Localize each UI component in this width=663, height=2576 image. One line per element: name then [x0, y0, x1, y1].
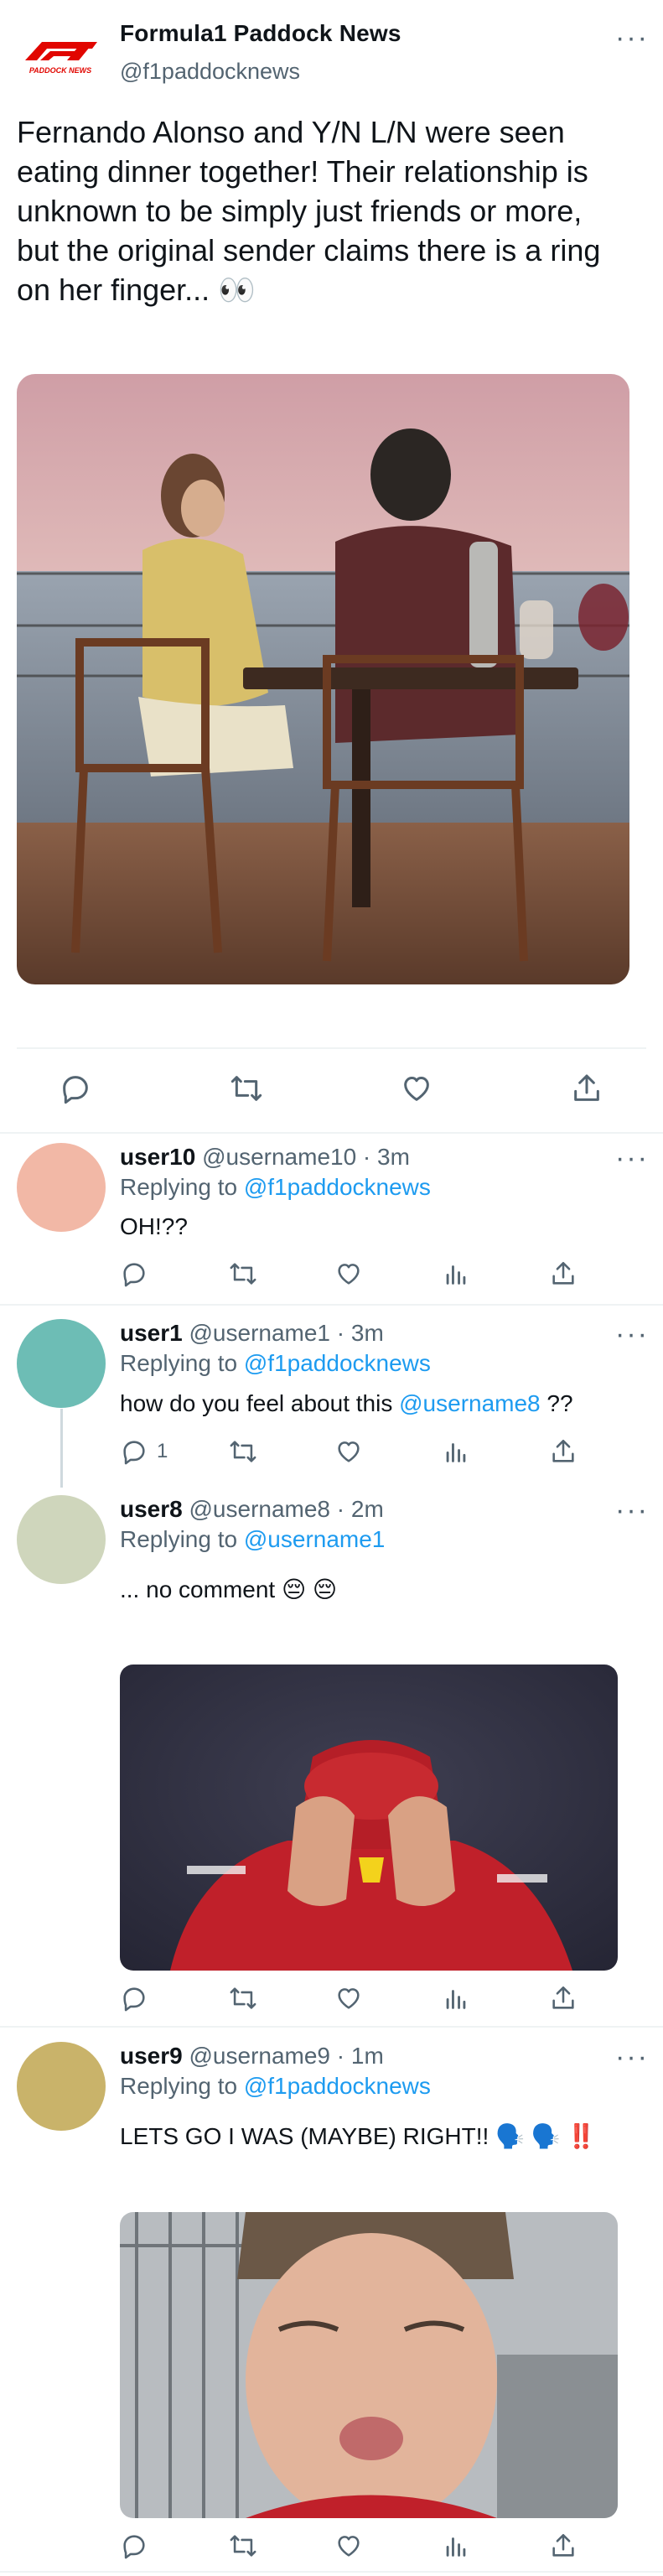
- like-icon[interactable]: [334, 2532, 442, 2560]
- f1-logo: PADDOCK NEWS: [17, 35, 104, 77]
- share-icon[interactable]: [549, 1437, 583, 1466]
- reply-author[interactable]: user10 @username10 · 3m: [120, 1144, 410, 1171]
- analytics-icon[interactable]: [442, 1984, 549, 2012]
- more-icon[interactable]: ···: [615, 2043, 649, 2071]
- divider: [0, 2571, 663, 2573]
- divider: [17, 1047, 646, 1049]
- avatar[interactable]: [17, 2042, 106, 2131]
- reply-text: how do you feel about this @username8 ??: [120, 1390, 573, 1417]
- reply-icon[interactable]: [59, 1072, 92, 1109]
- reply-actions: [120, 1984, 583, 2012]
- replying-prefix: Replying to: [120, 1526, 238, 1552]
- share-icon[interactable]: [570, 1072, 603, 1109]
- like-icon[interactable]: [334, 1984, 442, 2012]
- reply-name[interactable]: user9: [120, 2043, 183, 2069]
- reply-text: LETS GO I WAS (MAYBE) RIGHT!! 🗣️ 🗣️ ‼️: [120, 2123, 597, 2149]
- retweet-icon[interactable]: [227, 1984, 334, 2012]
- reply-name[interactable]: user10: [120, 1144, 195, 1170]
- avatar[interactable]: [17, 1319, 106, 1408]
- replying-mention[interactable]: @f1paddocknews: [244, 2073, 431, 2099]
- author-handle[interactable]: @f1paddocknews: [120, 59, 300, 85]
- replying-prefix: Replying to: [120, 1174, 238, 1200]
- reply-author[interactable]: user8 @username8 · 2m: [120, 1496, 384, 1523]
- more-icon[interactable]: ···: [615, 1320, 649, 1348]
- analytics-icon[interactable]: [442, 1437, 549, 1466]
- divider: [0, 1304, 663, 1306]
- more-icon[interactable]: ···: [615, 1144, 649, 1172]
- reply-author[interactable]: user9 @username9 · 1m: [120, 2043, 384, 2070]
- retweet-icon[interactable]: [227, 2532, 334, 2560]
- replying-to: Replying to @f1paddocknews: [120, 2073, 431, 2100]
- retweet-icon[interactable]: [228, 1072, 265, 1109]
- replying-mention[interactable]: @f1paddocknews: [244, 1350, 431, 1376]
- replying-prefix: Replying to: [120, 2073, 238, 2099]
- retweet-icon[interactable]: [227, 1259, 334, 1288]
- reply-actions: [120, 2532, 583, 2560]
- reply-name[interactable]: user1: [120, 1320, 183, 1346]
- reply-icon[interactable]: 1: [120, 1437, 227, 1466]
- reply-gif[interactable]: [120, 2212, 618, 2518]
- tweet-text: Fernando Alonso and Y/N L/N were seen ea…: [17, 115, 601, 307]
- reply-meta: @username1 · 3m: [189, 1320, 384, 1346]
- replying-to: Replying to @f1paddocknews: [120, 1174, 431, 1201]
- author-name[interactable]: Formula1 Paddock News: [120, 20, 401, 47]
- share-icon[interactable]: [549, 2532, 583, 2560]
- reply-gif[interactable]: [120, 1665, 618, 1971]
- tweet-photo[interactable]: [17, 374, 629, 984]
- reply-mention[interactable]: @username8: [399, 1390, 541, 1416]
- analytics-icon[interactable]: [442, 1259, 549, 1288]
- replying-to: Replying to @f1paddocknews: [120, 1350, 431, 1377]
- share-icon[interactable]: [549, 1259, 583, 1288]
- replying-mention[interactable]: @f1paddocknews: [244, 1174, 431, 1200]
- reply-text-after: ??: [546, 1390, 573, 1416]
- share-icon[interactable]: [549, 1984, 583, 2012]
- reply-text: OH!??: [120, 1213, 188, 1239]
- reply-actions: [120, 1259, 583, 1288]
- reply-meta: @username9 · 1m: [189, 2043, 384, 2069]
- like-icon[interactable]: [400, 1072, 433, 1109]
- reply-author[interactable]: user1 @username1 · 3m: [120, 1320, 384, 1347]
- replying-to: Replying to @username1: [120, 1526, 385, 1553]
- thread-line: [60, 1409, 63, 1488]
- like-icon[interactable]: [334, 1437, 442, 1466]
- replying-prefix: Replying to: [120, 1350, 238, 1376]
- reply-icon[interactable]: [120, 1984, 227, 2012]
- reply-text: ... no comment 😔 😔: [120, 1576, 338, 1602]
- reply-actions: 1: [120, 1437, 583, 1466]
- analytics-icon[interactable]: [442, 2532, 549, 2560]
- reply-icon[interactable]: [120, 1259, 227, 1288]
- reply-text-before: how do you feel about this: [120, 1390, 393, 1416]
- divider: [0, 2026, 663, 2028]
- retweet-icon[interactable]: [227, 1437, 334, 1466]
- avatar[interactable]: [17, 1143, 106, 1232]
- replying-mention[interactable]: @username1: [244, 1526, 386, 1552]
- avatar[interactable]: [17, 1495, 106, 1584]
- reply-meta: @username8 · 2m: [189, 1496, 384, 1522]
- more-icon[interactable]: ···: [615, 23, 649, 52]
- like-icon[interactable]: [334, 1259, 442, 1288]
- more-icon[interactable]: ···: [615, 1496, 649, 1524]
- reply-meta: @username10 · 3m: [202, 1144, 410, 1170]
- logo-text: PADDOCK NEWS: [29, 66, 91, 75]
- divider: [0, 1132, 663, 1134]
- reply-name[interactable]: user8: [120, 1496, 183, 1522]
- reply-icon[interactable]: [120, 2532, 227, 2560]
- reply-count: 1: [157, 1440, 168, 1462]
